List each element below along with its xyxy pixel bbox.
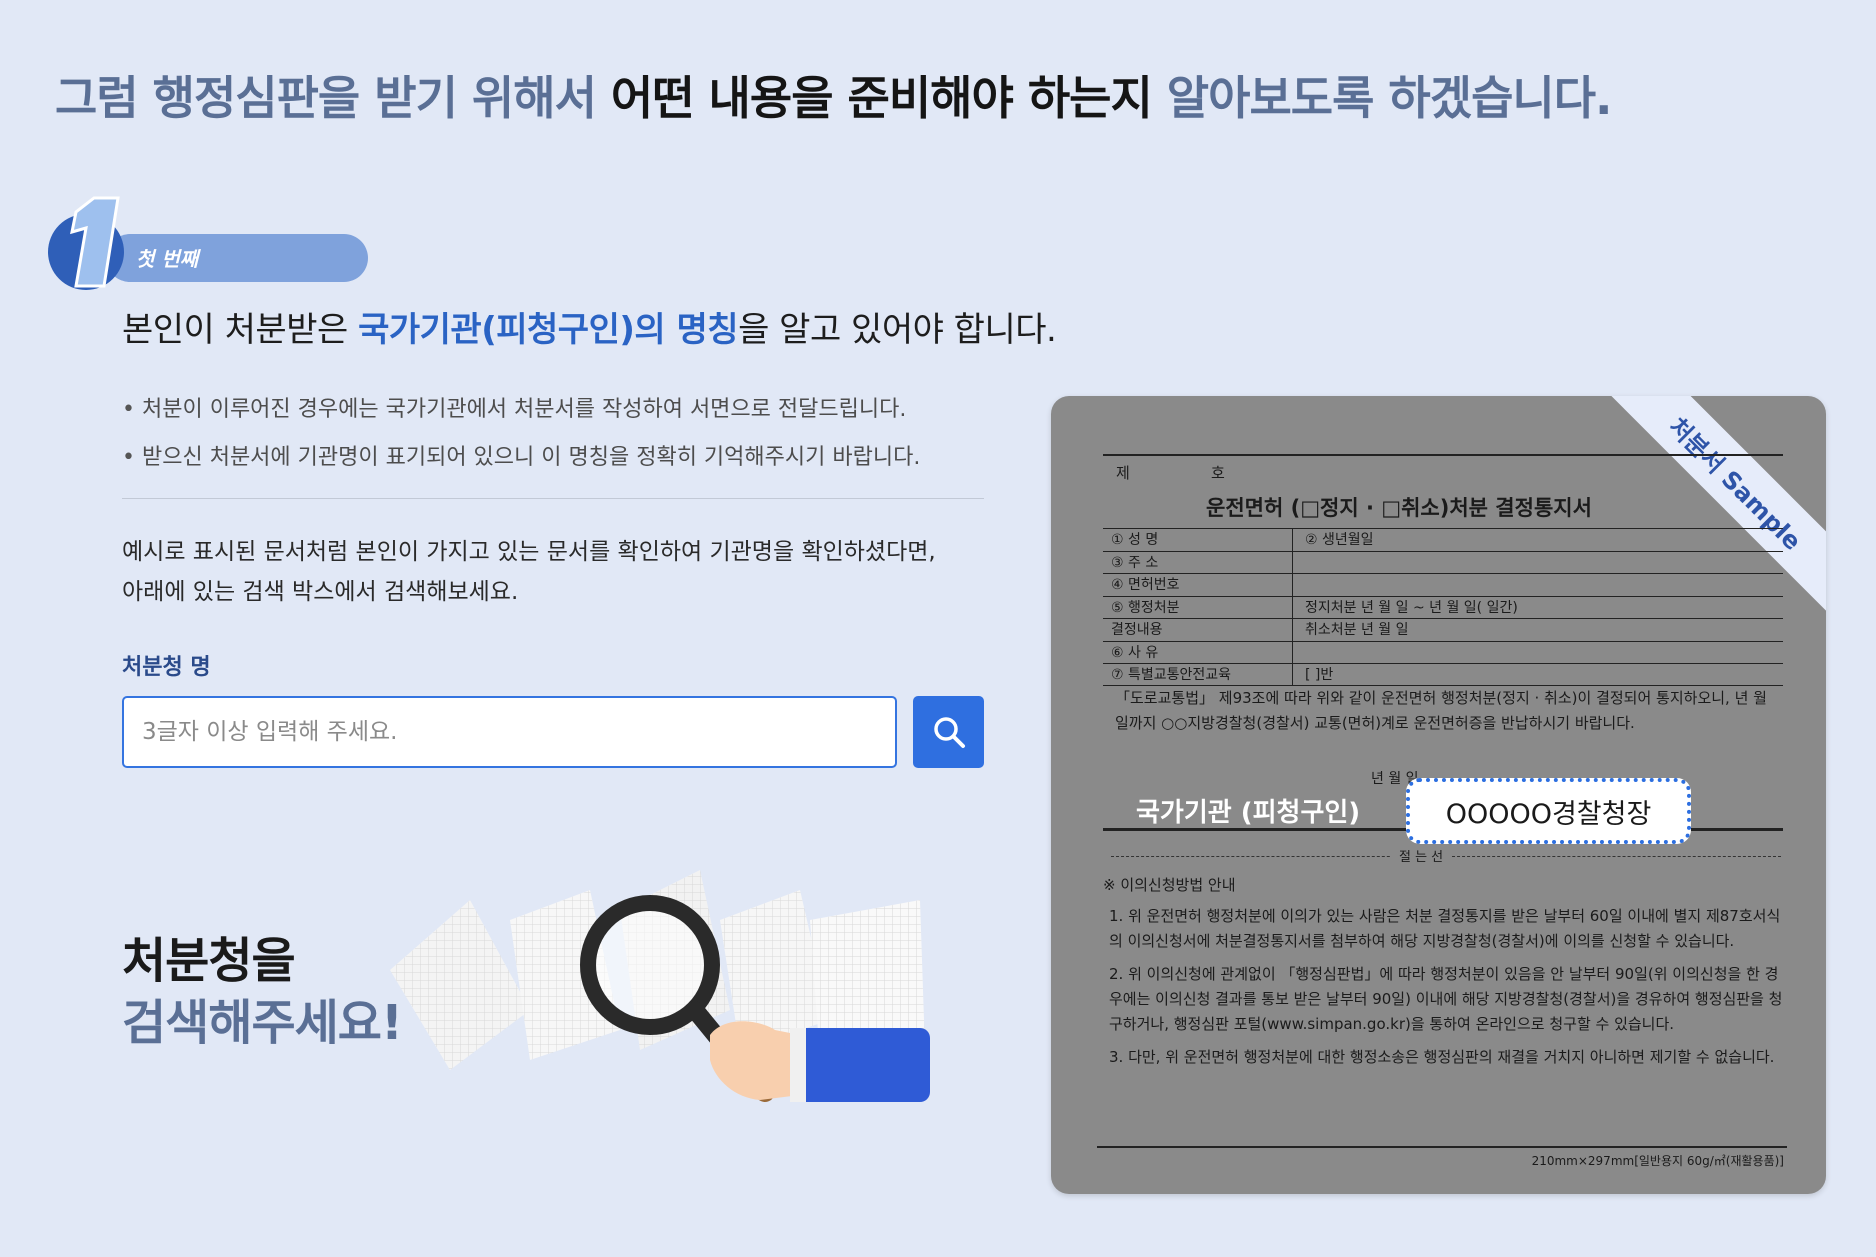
table-row: ④ 면허번호 <box>1103 573 1783 596</box>
doc-fold-label: 절 는 선 <box>1391 846 1452 865</box>
table-row: 결정내용 취소처분 년 월 일 <box>1103 618 1783 641</box>
info-bullet: 처분이 이루어진 경우에는 국가기관에서 처분서를 작성하여 서면으로 전달드립… <box>122 386 1002 434</box>
doc-guide-title: ※ 이의신청방법 안내 <box>1103 876 1236 894</box>
search-button[interactable] <box>913 696 984 768</box>
doc-guide-item: 3. 다만, 위 운전면허 행정처분에 대한 행정소송은 행정심판의 재결을 거… <box>1109 1048 1775 1066</box>
search-icon <box>933 717 965 748</box>
doc-notice-paragraph: 「도로교통법」 제93조에 따라 위와 같이 운전면허 행정처분(정지 · 취소… <box>1115 689 1767 732</box>
example-line-1: 예시로 표시된 문서처럼 본인이 가지고 있는 문서를 확인하여 기관명을 확인… <box>122 539 936 565</box>
search-cta: 처분청을 검색해주세요! <box>122 930 403 1054</box>
step-label: 첫 번째 <box>136 247 199 271</box>
hand-icon <box>710 1021 930 1102</box>
cta-line-1: 처분청을 <box>122 933 296 989</box>
section-divider <box>122 498 984 499</box>
lead-sentence: 본인이 처분받은 국가기관(피청구인)의 명칭을 알고 있어야 합니다. <box>122 302 1057 351</box>
table-row: ⑦ 특별교통안전교육[ ]반 <box>1103 663 1783 686</box>
doc-guide-item: 2. 위 이의신청에 관계없이 「행정심판법」에 따라 행정처분이 있음을 안 … <box>1109 965 1783 1033</box>
lead-prefix: 본인이 처분받은 <box>122 310 359 350</box>
lead-suffix: 을 알고 있어야 합니다. <box>738 310 1057 350</box>
doc-ho-label: 호 <box>1211 464 1225 482</box>
search-field-label: 처분청 명 <box>122 655 211 680</box>
sample-document: 처분서 Sample 제 호 운전면허 (□정지 · □취소)처분 결정통지서 … <box>1051 396 1826 1194</box>
magnifier-illustration <box>390 870 930 1102</box>
table-row: ① 성 명② 생년월일 <box>1103 528 1783 551</box>
page-headline: 그럼 행정심판을 받기 위해서 어떤 내용을 준비해야 하는지 알아보도록 하겠… <box>55 62 1613 128</box>
info-bullet-list: 처분이 이루어진 경우에는 국가기관에서 처분서를 작성하여 서면으로 전달드립… <box>122 386 1002 482</box>
table-row: ③ 주 소 <box>1103 550 1783 573</box>
cta-line-2: 검색해주세요! <box>122 995 403 1051</box>
headline-part-3: 알아보도록 하겠습니다. <box>1151 71 1613 125</box>
agency-name-highlight: OOOOO경찰청장 <box>1406 778 1691 844</box>
doc-guide-item: 1. 위 운전면허 행정처분에 이의가 있는 사람은 처분 결정통지를 받은 날… <box>1109 907 1781 950</box>
doc-number-label: 제 <box>1116 464 1130 482</box>
example-line-2: 아래에 있는 검색 박스에서 검색해보세요. <box>122 579 519 605</box>
doc-info-table: ① 성 명② 생년월일 ③ 주 소 ④ 면허번호 ⑤ 행정처분 정지처분 년 월 … <box>1103 528 1783 686</box>
lead-highlight: 국가기관(피청구인)의 명칭 <box>358 310 739 350</box>
doc-bottom-line <box>1097 1146 1787 1148</box>
table-row: ⑥ 사 유 <box>1103 640 1783 663</box>
doc-title: 운전면허 (□정지 · □취소)처분 결정통지서 <box>1206 496 1592 520</box>
agency-search-input[interactable] <box>122 696 897 768</box>
doc-top-line <box>1103 454 1783 456</box>
doc-guide-list: 1. 위 운전면허 행정처분에 이의가 있는 사람은 처분 결정통지를 받은 날… <box>1109 904 1784 1078</box>
agency-label: 국가기관 (피청구인) <box>1136 798 1361 828</box>
headline-part-2: 어떤 내용을 준비해야 하는지 <box>610 71 1153 125</box>
doc-paper-spec: 210mm×297mm[일반용지 60g/㎡(재활용품)] <box>1531 1154 1784 1168</box>
table-row: ⑤ 행정처분 정지처분 년 월 일 ~ 년 월 일( 일간) <box>1103 595 1783 618</box>
headline-part-1: 그럼 행정심판을 받기 위해서 <box>55 71 611 125</box>
example-instructions: 예시로 표시된 문서처럼 본인이 가지고 있는 문서를 확인하여 기관명을 확인… <box>122 532 1002 612</box>
step-badge: 첫 번째 <box>46 190 368 300</box>
info-bullet: 받으신 처분서에 기관명이 표기되어 있으니 이 명칭을 정확히 기억해주시기 … <box>122 434 1002 482</box>
